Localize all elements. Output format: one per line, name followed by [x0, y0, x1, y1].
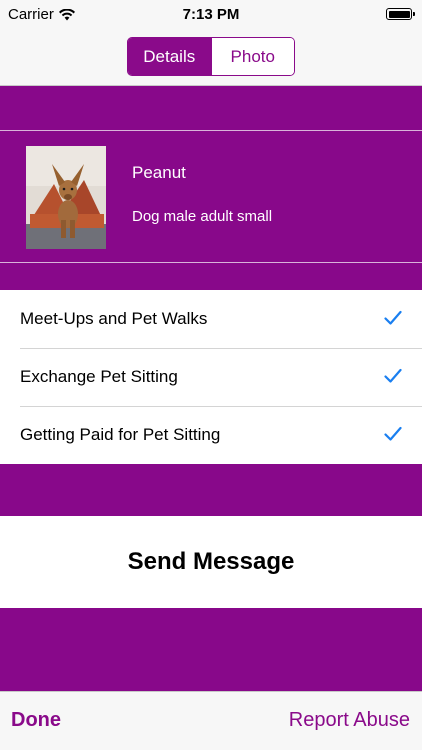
header-divider-bottom — [0, 262, 422, 263]
list-item[interactable]: Meet-Ups and Pet Walks — [0, 290, 422, 348]
navigation-bar: Details Photo — [0, 30, 422, 86]
checkmark-icon — [384, 426, 402, 441]
send-message-button[interactable]: Send Message — [0, 516, 422, 608]
status-time: 7:13 PM — [182, 6, 240, 23]
checkmark-icon — [384, 310, 402, 325]
send-message-label: Send Message — [127, 548, 295, 575]
dog-photo-icon — [26, 146, 106, 249]
purple-spacer-top — [0, 464, 422, 516]
checkmark-icon — [384, 368, 402, 383]
list-item[interactable]: Getting Paid for Pet Sitting — [0, 406, 422, 464]
pet-profile-screen: Carrier 7:13 PM Details Photo Peanut Dog… — [0, 0, 422, 750]
pet-name: Peanut — [132, 163, 186, 182]
done-button[interactable]: Done — [11, 709, 61, 732]
details-photo-segmented-control: Details Photo — [127, 37, 295, 76]
list-item[interactable]: Exchange Pet Sitting — [0, 348, 422, 406]
service-label: Getting Paid for Pet Sitting — [20, 425, 221, 444]
bottom-toolbar: Done Report Abuse — [0, 691, 422, 750]
segment-photo[interactable]: Photo — [210, 38, 294, 75]
status-bar: Carrier 7:13 PM — [0, 0, 422, 30]
report-abuse-button[interactable]: Report Abuse — [289, 709, 410, 732]
pet-photo[interactable] — [26, 146, 106, 249]
service-label: Exchange Pet Sitting — [20, 367, 178, 386]
segment-details[interactable]: Details — [128, 38, 211, 75]
header-divider-top — [0, 130, 422, 131]
battery-icon — [386, 8, 415, 20]
pet-description: Dog male adult small — [132, 208, 273, 225]
service-label: Meet-Ups and Pet Walks — [20, 309, 208, 328]
purple-spacer-bottom — [0, 608, 422, 691]
services-list: Meet-Ups and Pet Walks Exchange Pet Sitt… — [0, 290, 422, 464]
